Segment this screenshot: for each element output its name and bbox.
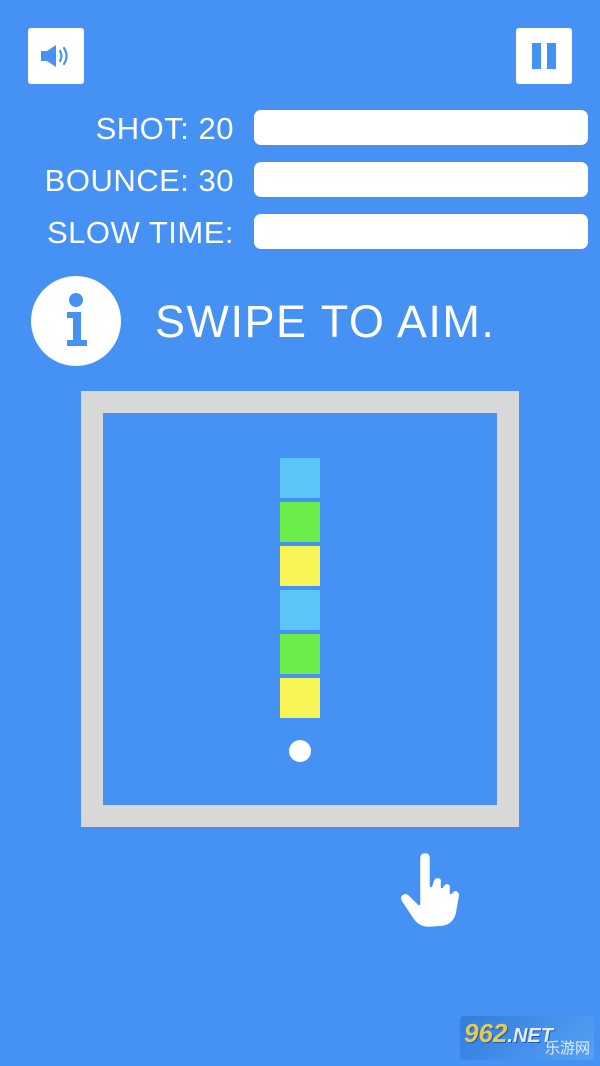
pause-icon (532, 43, 556, 69)
bounce-bar (254, 162, 588, 197)
slow-time-bar (254, 214, 588, 249)
info-icon (31, 276, 121, 366)
pause-button[interactable] (516, 28, 572, 84)
shot-label: SHOT: 20 (95, 111, 234, 146)
block-3 (280, 546, 320, 586)
shot-bar (254, 110, 588, 145)
block-6 (280, 678, 320, 718)
block-4 (280, 590, 320, 630)
block-2 (280, 502, 320, 542)
hint-text: SWIPE TO AIM. (155, 296, 496, 347)
ball (289, 740, 311, 762)
swipe-hand-icon (395, 850, 465, 935)
block-1 (280, 458, 320, 498)
block-5 (280, 634, 320, 674)
watermark-logo: 962.NET (464, 1018, 553, 1048)
speaker-volume-icon (41, 45, 68, 67)
watermark-subtitle: 乐游网 (544, 1039, 590, 1057)
site-watermark: 962.NET 乐游网 (460, 1016, 594, 1060)
slow-time-label: SLOW TIME: (46, 215, 234, 250)
bounce-label: BOUNCE: 30 (44, 163, 234, 198)
sound-toggle-button[interactable] (28, 28, 84, 84)
